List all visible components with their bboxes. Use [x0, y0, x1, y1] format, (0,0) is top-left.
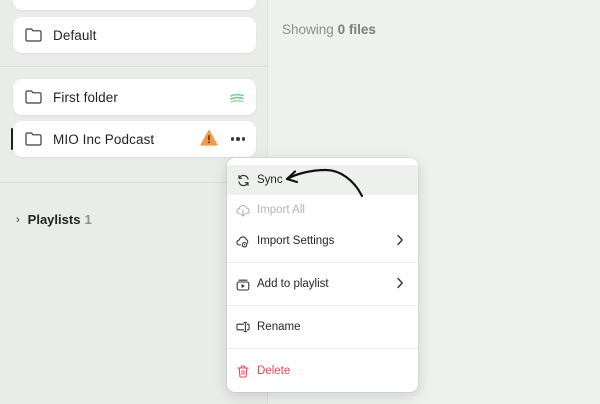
menu-item-label: Add to playlist — [257, 278, 329, 290]
menu-item-rename[interactable]: Rename — [227, 312, 418, 342]
file-count: 0 files — [337, 22, 376, 37]
menu-item-import-settings[interactable]: Import Settings — [227, 226, 418, 256]
folder-icon — [25, 132, 42, 146]
chevron-right-icon — [396, 277, 404, 289]
playlists-section[interactable]: › Playlists 1 — [16, 212, 92, 227]
menu-divider — [227, 262, 418, 263]
more-options-icon[interactable] — [230, 131, 246, 147]
callout-arrow-icon — [285, 168, 364, 198]
warning-icon[interactable] — [200, 129, 218, 147]
folder-item-top[interactable] — [13, 0, 256, 10]
menu-item-label: Import Settings — [257, 235, 335, 247]
menu-item-label: Rename — [257, 321, 301, 333]
rename-icon — [236, 320, 250, 334]
menu-item-add-to-playlist[interactable]: Add to playlist — [227, 269, 418, 299]
menu-item-delete[interactable]: Delete — [227, 356, 418, 386]
menu-item-label: Import All — [257, 204, 305, 216]
file-count-text: Showing 0 files — [282, 22, 376, 37]
playlists-title: Playlists — [27, 212, 81, 227]
menu-item-label: Delete — [257, 365, 291, 377]
folder-item-mio-inc-podcast[interactable]: MIO Inc Podcast — [13, 121, 256, 157]
folder-icon — [25, 28, 42, 42]
folder-item-first-folder[interactable]: First folder — [13, 79, 256, 115]
chevron-right-icon: › — [16, 213, 20, 226]
playlists-count: 1 — [84, 212, 92, 227]
menu-item-label: Sync — [257, 174, 283, 186]
trash-icon — [236, 364, 250, 378]
divider — [0, 66, 268, 67]
folder-item-default[interactable]: Default — [13, 17, 256, 53]
menu-divider — [227, 305, 418, 306]
folder-label: MIO Inc Podcast — [53, 131, 155, 147]
cloud-settings-icon — [236, 234, 250, 248]
sync-icon — [236, 173, 250, 187]
folder-label: Default — [53, 27, 97, 43]
folder-label: First folder — [53, 89, 118, 105]
playlist-add-icon — [236, 277, 250, 291]
cloud-download-icon — [236, 203, 250, 217]
sync-status-icon — [230, 91, 244, 103]
chevron-right-icon — [396, 234, 404, 246]
folder-icon — [25, 90, 42, 104]
menu-divider — [227, 348, 418, 349]
